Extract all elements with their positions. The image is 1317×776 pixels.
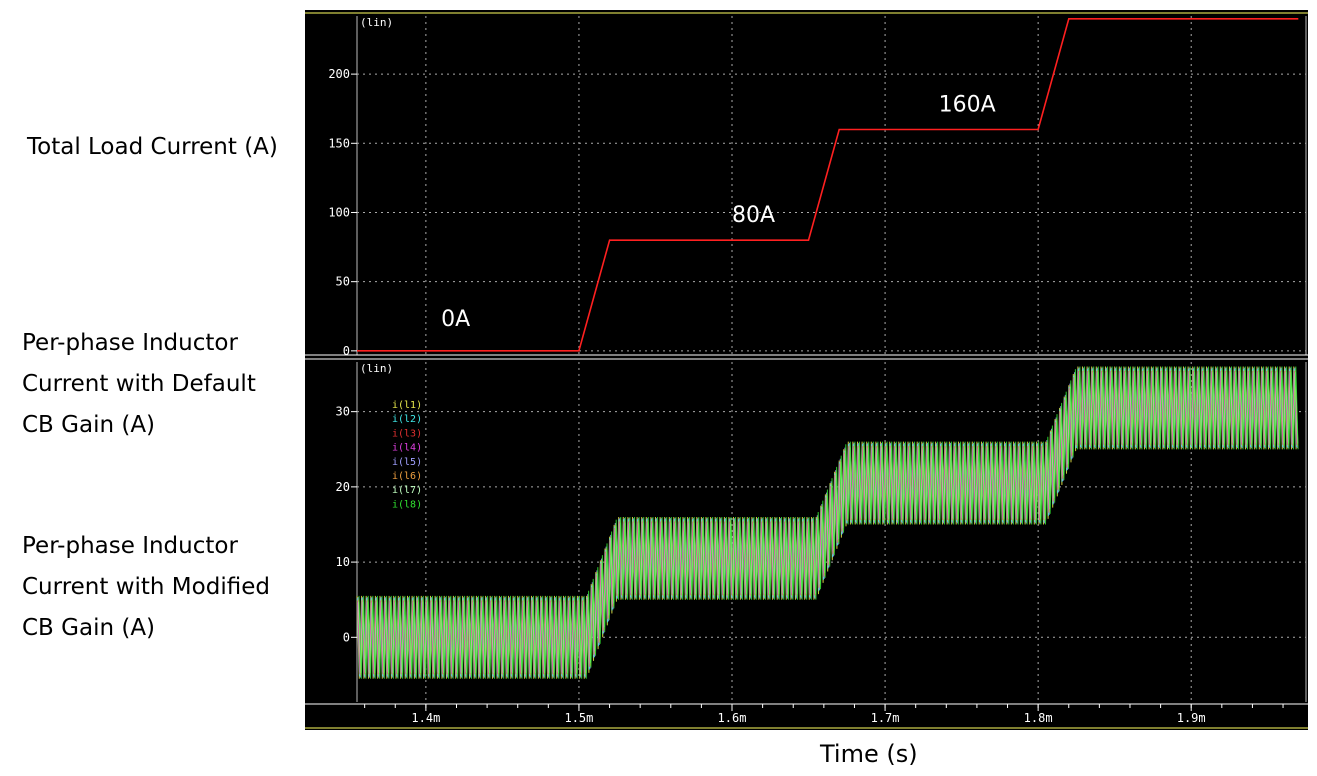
y-tick-label: 100 (328, 205, 350, 219)
y-tick-label: 0 (343, 344, 350, 358)
x-tick-label: 1.7m (871, 711, 900, 725)
x-tick-label: 1.6m (718, 711, 747, 725)
scale-tag: (lin) (360, 362, 393, 375)
x-tick-label: 1.8m (1024, 711, 1053, 725)
waveform-chart: 0 50 100 150 200 (lin) 0A 80A 160A 240A 0 10 20 30 (l… (305, 0, 1308, 730)
y-tick-label: 30 (336, 405, 350, 419)
y-tick-label: 10 (336, 555, 350, 569)
y-tick-label: 150 (328, 136, 350, 150)
x-axis-title: Time (s) (820, 740, 918, 768)
legend-entry: i(l8) (392, 499, 422, 510)
x-tick-label: 1.5m (564, 711, 593, 725)
legend-entry: i(l5) (392, 457, 422, 468)
scale-tag: (lin) (360, 16, 393, 29)
legend-entry: i(l2) (392, 414, 422, 425)
step-annotation: 240A (1145, 0, 1202, 8)
legend-entry: i(l7) (392, 485, 422, 496)
y-tick-label: 50 (336, 275, 350, 289)
step-annotation: 80A (732, 203, 775, 228)
y-tick-label: 0 (343, 630, 350, 644)
legend-entry: i(l3) (392, 428, 422, 439)
step-annotation: 0A (441, 307, 470, 332)
x-tick-label: 1.9m (1177, 711, 1206, 725)
legend-entry: i(l4) (392, 443, 422, 454)
legend-entry: i(l1) (392, 400, 422, 411)
step-annotation: 160A (939, 92, 996, 117)
y-tick-label: 20 (336, 480, 350, 494)
x-tick-label: 1.4m (411, 711, 440, 725)
y-tick-label: 200 (328, 67, 350, 81)
legend-entry: i(l6) (392, 471, 422, 482)
